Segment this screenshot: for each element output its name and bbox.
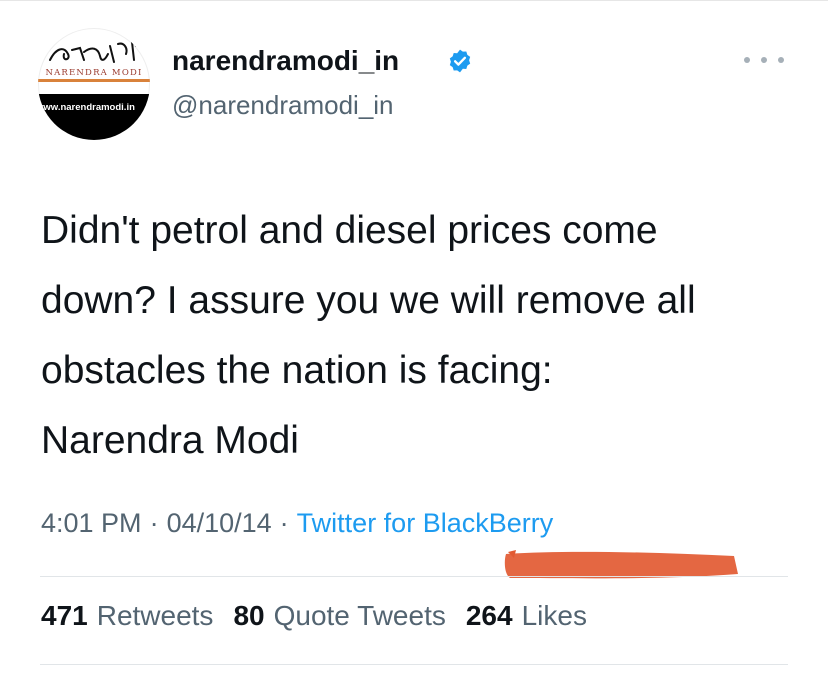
quote-tweets-label: Quote Tweets: [273, 600, 446, 631]
avatar-band: [38, 79, 150, 82]
engagement-stats: 471 Retweets 80 Quote Tweets 264 Likes: [41, 600, 607, 632]
avatar[interactable]: NARENDRA MODI www.narendramodi.in: [38, 28, 150, 140]
tweet-client-link[interactable]: Twitter for BlackBerry: [297, 508, 554, 539]
tweet-meta: 4:01 PM · 04/10/14 · Twitter for BlackBe…: [41, 508, 553, 539]
divider: [40, 576, 788, 577]
likes-stat[interactable]: 264 Likes: [466, 600, 587, 632]
meta-separator: ·: [149, 508, 159, 538]
retweets-stat[interactable]: 471 Retweets: [41, 600, 213, 632]
more-dot-icon: [761, 57, 767, 63]
verified-badge-icon: [449, 49, 471, 73]
avatar-logo-text: NARENDRA MODI: [45, 68, 143, 78]
avatar-footer: [38, 94, 150, 140]
signature-logo: [49, 41, 141, 63]
retweets-count: 471: [41, 600, 88, 631]
more-dot-icon: [744, 57, 750, 63]
quote-tweets-stat[interactable]: 80 Quote Tweets: [233, 600, 445, 632]
top-divider: [0, 0, 828, 1]
more-options-button[interactable]: [744, 46, 784, 74]
likes-count: 264: [465, 600, 513, 631]
display-name[interactable]: narendramodi_in: [172, 45, 399, 77]
quote-tweets-count: 80: [233, 600, 265, 631]
likes-label: Likes: [521, 600, 587, 631]
meta-separator: ·: [279, 508, 289, 538]
retweets-label: Retweets: [96, 600, 214, 631]
tweet-time[interactable]: 4:01 PM: [41, 508, 142, 539]
avatar-url-text: www.narendramodi.in: [38, 102, 135, 113]
tweet-text: Didn't petrol and diesel prices come dow…: [41, 209, 696, 462]
user-handle[interactable]: @narendramodi_in: [172, 90, 394, 121]
more-dot-icon: [778, 57, 784, 63]
tweet-date[interactable]: 04/10/14: [167, 508, 272, 539]
divider: [40, 664, 788, 665]
